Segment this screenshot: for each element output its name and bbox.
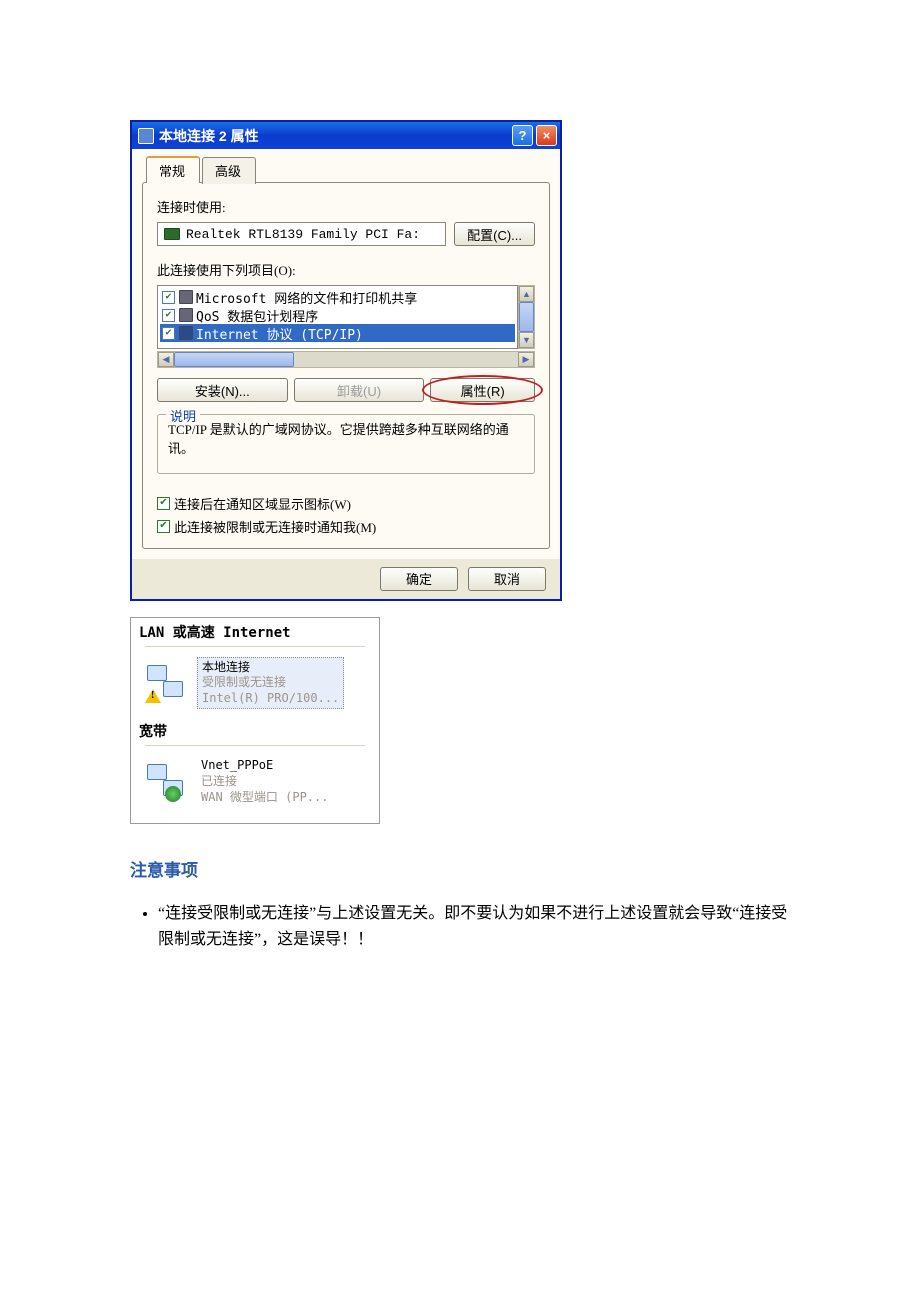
nic-icon [164,228,180,240]
scroll-up-arrow-icon[interactable]: ▲ [519,286,534,302]
connection-properties-dialog: 本地连接 2 属性 ? × 常规 高级 连接时使用: Realtek RTL81… [130,120,562,601]
vertical-scrollbar[interactable]: ▲ ▼ [518,285,535,349]
uninstall-button[interactable]: 卸载(U) [294,378,425,402]
checkbox-icon[interactable] [157,520,170,533]
broadband-connection-item[interactable]: Vnet_PPPoE 已连接 WAN 微型端口 (PP... [131,752,379,815]
show-icon-label: 连接后在通知区域显示图标(W) [174,494,351,513]
description-fieldset: 说明 TCP/IP 是默认的广域网协议。它提供跨越多种互联网络的通讯。 [157,414,535,474]
list-item[interactable]: Internet 协议 (TCP/IP) [160,324,515,342]
scroll-right-arrow-icon[interactable]: ▶ [518,352,534,367]
description-text: TCP/IP 是默认的广域网协议。它提供跨越多种互联网络的通讯。 [168,421,524,459]
uses-items-label: 此连接使用下列项目(O): [157,260,535,279]
scroll-left-arrow-icon[interactable]: ◀ [158,352,174,367]
scroll-thumb[interactable] [174,352,294,367]
broadband-connection-icon [145,762,189,802]
connection-status: 受限制或无连接 [202,675,339,691]
tab-advanced[interactable]: 高级 [202,157,256,184]
close-button[interactable]: × [536,125,557,146]
connection-name: 本地连接 [202,660,339,676]
dialog-app-icon [138,128,154,144]
connection-status: 已连接 [201,774,328,790]
network-connections-panel: LAN 或高速 Internet 本地连接 受限制或无连接 Intel(R) P… [130,617,380,825]
connection-device: WAN 微型端口 (PP... [201,790,328,806]
notify-limited-label: 此连接被限制或无连接时通知我(M) [174,517,376,536]
notes-list: “连接受限制或无连接”与上述设置无关。即不要认为如果不进行上述设置就会导致“连接… [158,901,790,952]
checkbox-icon[interactable] [162,291,175,304]
description-legend: 说明 [166,406,200,425]
component-icon [179,308,193,322]
show-icon-checkline[interactable]: 连接后在通知区域显示图标(W) [157,494,535,513]
cancel-button[interactable]: 取消 [468,567,546,591]
install-button[interactable]: 安装(N)... [157,378,288,402]
component-icon [179,326,193,340]
dialog-title: 本地连接 2 属性 [159,126,512,146]
adapter-name-text: Realtek RTL8139 Family PCI Fa: [186,227,420,242]
checkbox-icon[interactable] [162,327,175,340]
section-divider [145,745,365,746]
components-listbox[interactable]: Microsoft 网络的文件和打印机共享 QoS 数据包计划程序 Intern… [157,285,518,349]
tab-panel-general: 连接时使用: Realtek RTL8139 Family PCI Fa: 配置… [142,182,550,549]
section-divider [145,646,365,647]
dialog-body: 常规 高级 连接时使用: Realtek RTL8139 Family PCI … [132,149,560,559]
connection-device: Intel(R) PRO/100... [202,691,339,707]
scroll-track[interactable] [174,352,518,367]
scroll-down-arrow-icon[interactable]: ▼ [519,332,534,348]
horizontal-scrollbar[interactable]: ◀ ▶ [157,351,535,368]
component-icon [179,290,193,304]
configure-button[interactable]: 配置(C)... [454,222,535,246]
properties-button[interactable]: 属性(R) [430,378,535,402]
connection-name: Vnet_PPPoE [201,758,328,774]
help-button[interactable]: ? [512,125,533,146]
broadband-section-heading: 宽带 [131,717,379,743]
tab-general[interactable]: 常规 [146,156,200,183]
list-item-label: Internet 协议 (TCP/IP) [196,324,363,343]
lan-section-heading: LAN 或高速 Internet [131,618,379,644]
dialog-titlebar[interactable]: 本地连接 2 属性 ? × [132,122,560,149]
lan-connection-icon [145,663,189,703]
adapter-name-box: Realtek RTL8139 Family PCI Fa: [157,222,446,246]
dialog-footer: 确定 取消 [132,559,560,599]
ok-button[interactable]: 确定 [380,567,458,591]
notes-bullet: “连接受限制或无连接”与上述设置无关。即不要认为如果不进行上述设置就会导致“连接… [158,901,790,952]
list-item-label: Microsoft 网络的文件和打印机共享 [196,288,417,307]
connect-using-label: 连接时使用: [157,197,535,216]
list-item[interactable]: Microsoft 网络的文件和打印机共享 [160,288,515,306]
tab-strip: 常规 高级 [146,155,550,182]
notify-limited-checkline[interactable]: 此连接被限制或无连接时通知我(M) [157,517,535,536]
notes-heading: 注意事项 [130,856,790,881]
scroll-thumb[interactable] [519,302,534,332]
list-item-label: QoS 数据包计划程序 [196,306,318,325]
checkbox-icon[interactable] [157,497,170,510]
list-item[interactable]: QoS 数据包计划程序 [160,306,515,324]
lan-connection-item[interactable]: 本地连接 受限制或无连接 Intel(R) PRO/100... [131,653,379,718]
checkbox-icon[interactable] [162,309,175,322]
